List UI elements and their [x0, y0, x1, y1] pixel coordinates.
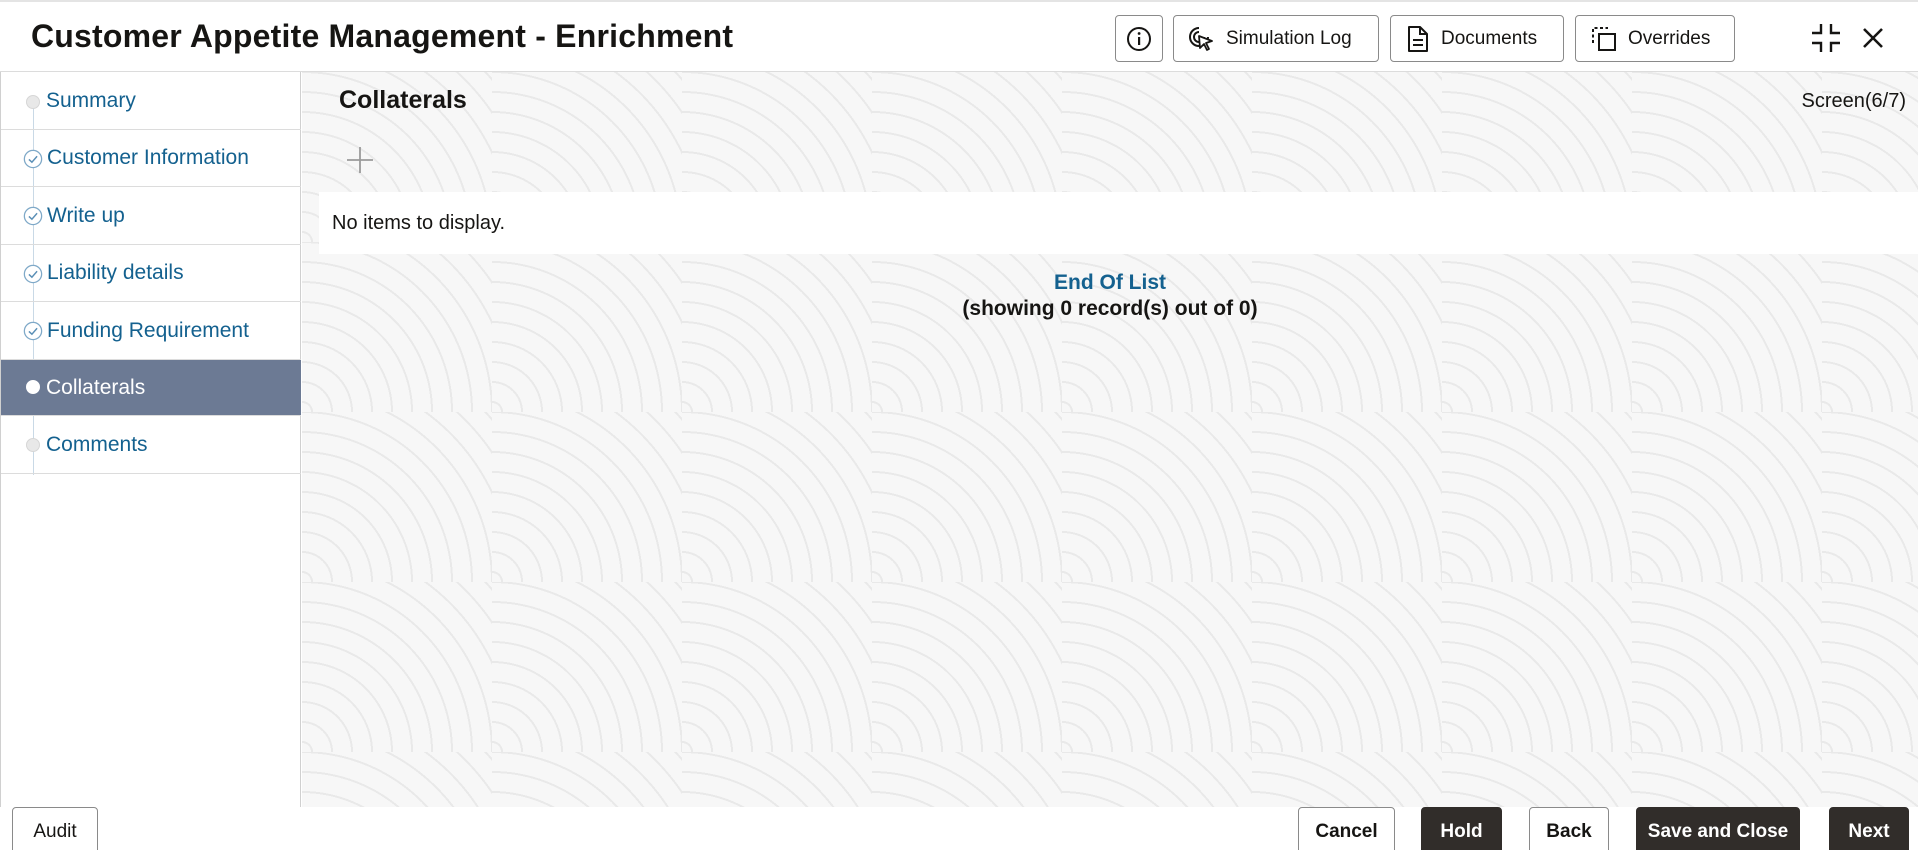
check-circle-icon — [23, 206, 43, 226]
sidebar-item-label: Funding Requirement — [47, 318, 249, 342]
overrides-icon — [1592, 26, 1616, 51]
sidebar-item-collaterals[interactable]: Collaterals — [1, 360, 301, 416]
dot-icon — [23, 435, 43, 455]
screen-indicator: Screen(6/7) — [1801, 90, 1907, 112]
add-collateral-button[interactable] — [344, 144, 376, 176]
info-button[interactable] — [1115, 15, 1163, 62]
sidebar-item-write-up[interactable]: Write up — [1, 187, 301, 245]
footer: Audit Cancel Hold Back Save and Close Ne… — [0, 807, 1918, 850]
simulation-log-button[interactable]: Simulation Log — [1173, 15, 1379, 62]
hold-button[interactable]: Hold — [1421, 807, 1502, 850]
sidebar-item-label: Summary — [46, 88, 136, 112]
back-button[interactable]: Back — [1529, 807, 1609, 850]
empty-list-text: No items to display. — [332, 211, 506, 234]
empty-list-message: No items to display. — [319, 192, 1918, 254]
save-and-close-button[interactable]: Save and Close — [1636, 807, 1800, 850]
sidebar-item-funding-requirement[interactable]: Funding Requirement — [1, 302, 301, 360]
record-count: (showing 0 record(s) out of 0) — [962, 297, 1258, 320]
dot-icon — [23, 377, 43, 397]
section-title: Collaterals — [339, 86, 467, 114]
close-button[interactable] — [1855, 20, 1891, 56]
sidebar-item-label: Collaterals — [46, 375, 146, 399]
plus-icon — [347, 147, 373, 173]
sidebar-item-liability-details[interactable]: Liability details — [1, 245, 301, 302]
collapse-button[interactable] — [1808, 20, 1844, 56]
end-of-list-title: End Of List — [1054, 271, 1166, 294]
audit-button[interactable]: Audit — [12, 807, 98, 850]
train-stop-sidebar: Summary Customer Information Write up Li… — [0, 72, 301, 807]
header: Customer Appetite Management - Enrichmen… — [0, 0, 1918, 72]
document-icon — [1408, 25, 1428, 52]
sidebar-item-summary[interactable]: Summary — [1, 72, 301, 130]
sidebar-item-customer-information[interactable]: Customer Information — [1, 130, 301, 187]
check-circle-icon — [23, 264, 43, 284]
cursor-click-icon — [1189, 26, 1213, 51]
sidebar-item-label: Write up — [47, 203, 125, 227]
overrides-button[interactable]: Overrides — [1575, 15, 1735, 62]
cancel-button[interactable]: Cancel — [1298, 807, 1395, 850]
collapse-icon — [1812, 24, 1840, 52]
check-circle-icon — [23, 321, 43, 341]
sidebar-item-comments[interactable]: Comments — [1, 416, 301, 474]
sidebar-item-label: Comments — [46, 432, 148, 456]
main-content: Collaterals Screen(6/7) No items to disp… — [302, 72, 1918, 807]
overrides-label: Overrides — [1628, 27, 1711, 49]
page-header-title: Customer Appetite Management - Enrichmen… — [31, 18, 734, 54]
sidebar-item-label: Liability details — [47, 261, 184, 284]
next-button[interactable]: Next — [1829, 807, 1909, 850]
info-icon — [1127, 26, 1151, 51]
simulation-log-label: Simulation Log — [1226, 27, 1352, 49]
sidebar-item-label: Customer Information — [47, 146, 249, 169]
close-icon — [1863, 28, 1883, 48]
dot-icon — [23, 92, 43, 112]
documents-button[interactable]: Documents — [1390, 15, 1564, 62]
documents-label: Documents — [1441, 27, 1538, 49]
check-circle-icon — [23, 149, 43, 169]
